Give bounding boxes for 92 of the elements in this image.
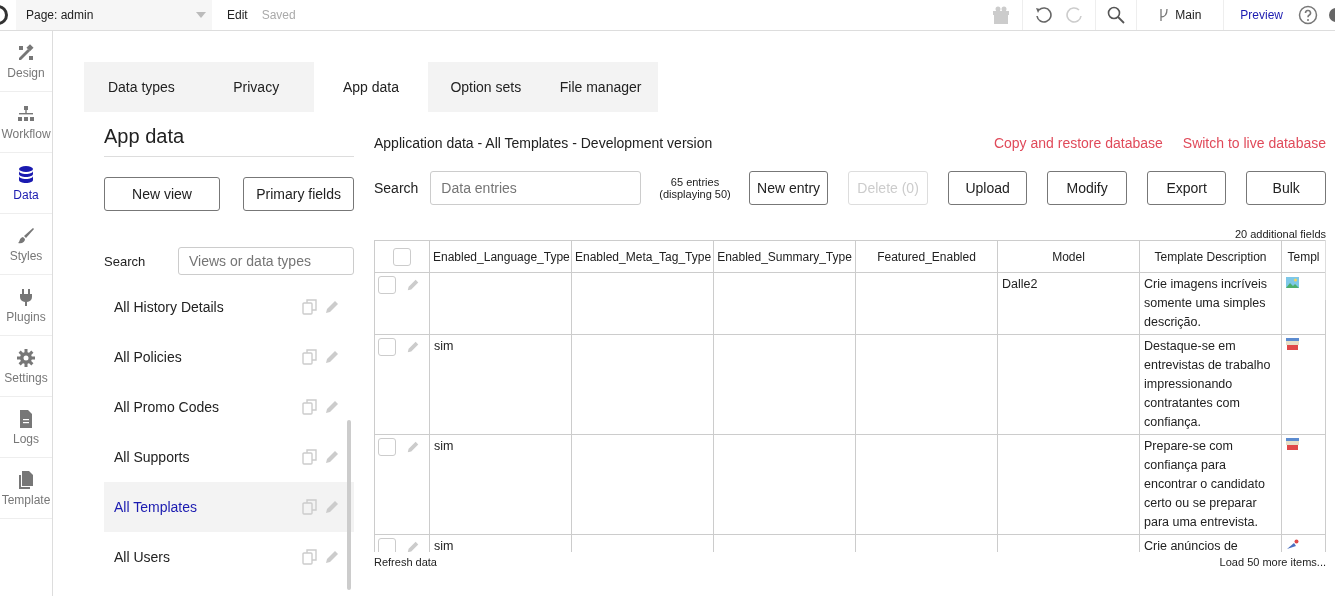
table-cell: sim — [429, 334, 572, 435]
copy-icon[interactable] — [302, 399, 318, 415]
search-icon[interactable] — [1107, 6, 1126, 24]
pencil-icon[interactable] — [324, 349, 340, 365]
table-cell: sim — [429, 434, 572, 535]
database-link[interactable]: Copy and restore database — [993, 134, 1163, 151]
page-dropdown[interactable]: Page: admin — [16, 0, 212, 30]
search-field[interactable]: Views or data types — [178, 247, 354, 275]
nav-item[interactable]: Template — [0, 458, 52, 519]
pencil-icon[interactable] — [406, 278, 420, 292]
panel-button[interactable]: New view — [104, 177, 220, 211]
copy-icon[interactable] — [302, 299, 318, 315]
data-title: Application data - All Templates - Development version — [374, 134, 713, 151]
table-cell: Prepare-se com confiança para encontrar o candidato certo ou se preparar para uma entrevista. — [1139, 434, 1282, 535]
copy-icon[interactable] — [302, 349, 318, 365]
nav-item[interactable]: Settings — [0, 336, 52, 397]
design-icon — [16, 42, 36, 63]
pencil-icon[interactable] — [324, 449, 340, 465]
select-all-checkbox[interactable] — [393, 247, 411, 266]
panel-title: App data — [104, 112, 354, 157]
load-more-link[interactable]: Load 50 more items... — [1219, 556, 1326, 568]
undo-icon[interactable] — [1034, 6, 1053, 24]
row-checkbox[interactable] — [378, 538, 396, 552]
view-item[interactable]: All Policies — [104, 332, 354, 382]
search-label: Search — [374, 180, 419, 196]
logo-icon — [0, 5, 8, 25]
display-count: (displaying 50) — [659, 188, 731, 200]
row-checkbox[interactable] — [378, 438, 396, 456]
nav-item[interactable]: Data — [0, 153, 52, 214]
preview-link[interactable]: Preview — [1240, 8, 1283, 22]
column-header[interactable]: Featured_Enabled — [855, 240, 998, 273]
scrollbar[interactable] — [347, 420, 351, 590]
search-label: Search — [104, 253, 146, 269]
nav-item[interactable]: Plugins — [0, 275, 52, 336]
column-header[interactable]: Enabled_Language_Type — [429, 240, 572, 273]
view-item[interactable]: All History Details — [104, 282, 354, 332]
toolbar-button[interactable]: Modify — [1047, 171, 1127, 205]
additional-fields-note: 20 additional fields — [1234, 228, 1326, 240]
edit-menu[interactable]: Edit — [227, 8, 248, 22]
tab[interactable]: App data — [313, 62, 429, 112]
table-cell: Destaque-se em entrevistas de trabalho impressionando contratantes com confiança. — [1139, 334, 1282, 435]
data-icon — [16, 164, 36, 185]
panel-button[interactable]: Primary fields — [243, 177, 354, 211]
refresh-link[interactable]: Refresh data — [374, 556, 437, 568]
copy-icon[interactable] — [302, 549, 318, 565]
help-icon[interactable] — [1298, 5, 1318, 25]
branch-selector[interactable]: Main — [1141, 8, 1220, 22]
caret-icon — [196, 12, 206, 18]
redo-icon[interactable] — [1066, 6, 1085, 24]
pencil-icon[interactable] — [324, 399, 340, 415]
pencil-icon[interactable] — [324, 299, 340, 315]
workflow-icon — [16, 103, 36, 124]
tab[interactable]: Option sets — [428, 62, 544, 112]
toolbar-button[interactable]: Upload — [947, 171, 1028, 205]
view-item[interactable]: All Promo Codes — [104, 382, 354, 432]
styles-icon — [16, 225, 36, 246]
table-cell: Crie imagens incríveis somente uma simples descrição. — [1139, 272, 1282, 335]
table-cell: Dalle2 — [997, 272, 1140, 335]
toolbar-button[interactable]: Bulk — [1246, 171, 1326, 205]
copy-icon[interactable] — [302, 449, 318, 465]
tab[interactable]: Privacy — [198, 62, 314, 112]
pencil-icon[interactable] — [406, 540, 420, 552]
column-header[interactable]: Model — [997, 240, 1140, 273]
database-link[interactable]: Switch to live database — [1182, 134, 1326, 151]
pencil-icon[interactable] — [406, 440, 420, 454]
pencil-icon[interactable] — [324, 499, 340, 515]
entry-count: 65 entries — [670, 176, 720, 188]
row-checkbox[interactable] — [378, 276, 396, 294]
save-status: Saved — [261, 8, 296, 22]
branch-icon — [1159, 8, 1170, 22]
search-field[interactable]: Data entries — [430, 171, 642, 205]
nav-item[interactable]: Design — [0, 31, 52, 92]
nav-item[interactable]: Styles — [0, 214, 52, 275]
toolbar-button[interactable]: Export — [1146, 171, 1227, 205]
view-item[interactable]: All Templates — [104, 482, 354, 532]
pencil-icon[interactable] — [324, 549, 340, 565]
nav-item[interactable]: Workflow — [0, 92, 52, 153]
nav-item[interactable]: Logs — [0, 397, 52, 458]
view-item[interactable]: All Supports — [104, 432, 354, 482]
settings-icon — [16, 347, 36, 368]
column-header[interactable]: Enabled_Summary_Type — [713, 240, 856, 273]
toolbar-button[interactable]: New entry — [748, 171, 829, 205]
column-header[interactable]: Enabled_Meta_Tag_Type — [571, 240, 714, 273]
row-checkbox[interactable] — [378, 338, 396, 356]
template-icon — [16, 469, 36, 490]
view-item[interactable]: All Users — [104, 532, 354, 582]
column-header[interactable]: Template Description — [1139, 240, 1282, 273]
copy-icon[interactable] — [302, 499, 318, 515]
tab[interactable]: Data types — [84, 62, 199, 112]
tab[interactable]: File manager — [543, 62, 658, 112]
pencil-icon[interactable] — [406, 340, 420, 354]
gift-icon[interactable] — [991, 5, 1012, 25]
